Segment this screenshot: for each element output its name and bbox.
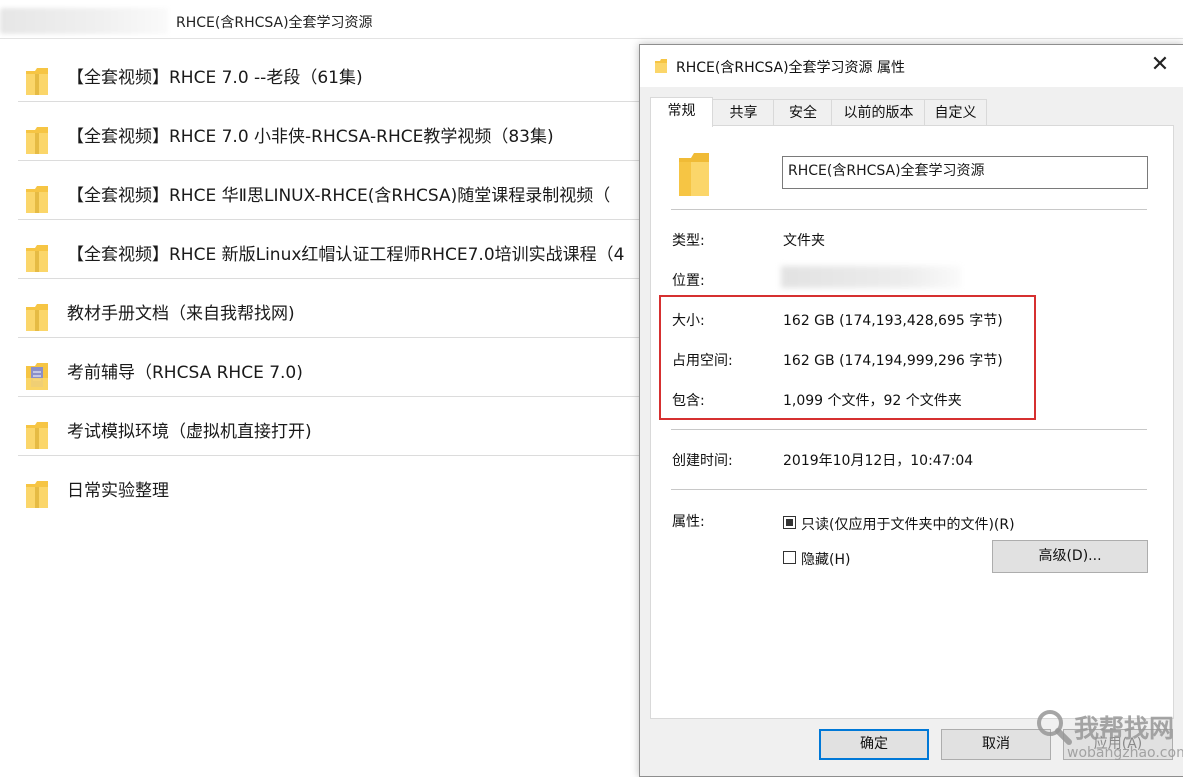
created-label: 创建时间: [672, 453, 733, 469]
folder-name: 考试模拟环境（虚拟机直接打开) [67, 422, 312, 442]
hidden-label[interactable]: 隐藏(H) [801, 549, 850, 569]
folder-icon [26, 481, 48, 508]
created-value: 2019年10月12日，10:47:04 [783, 453, 974, 469]
divider [671, 209, 1147, 210]
folder-name: 【全套视频】RHCE 7.0 小非侠-RHCSA-RHCE教学视频（83集) [67, 127, 554, 147]
folder-name: 【全套视频】RHCE 7.0 --老段（61集) [67, 68, 363, 88]
close-icon[interactable]: ✕ [1146, 52, 1174, 80]
folder-name: 考前辅导（RHCSA RHCE 7.0) [67, 363, 303, 383]
folder-row[interactable]: 考试模拟环境（虚拟机直接打开) [18, 397, 658, 456]
location-label: 位置: [672, 273, 705, 289]
address-bar[interactable]: RHCE(含RHCSA)全套学习资源 [0, 0, 1183, 39]
folder-row[interactable]: 日常实验整理 [18, 456, 658, 514]
folder-list: 【全套视频】RHCE 7.0 --老段（61集) 【全套视频】RHCE 7.0 … [18, 43, 658, 514]
divider [671, 429, 1147, 430]
folder-name: 日常实验整理 [67, 481, 169, 501]
hidden-checkbox[interactable] [783, 551, 796, 564]
folder-row[interactable]: 【全套视频】RHCE 7.0 --老段（61集) [18, 43, 658, 102]
tab-security[interactable]: 安全 [773, 99, 833, 126]
size-on-disk-value: 162 GB (174,194,999,296 字节) [783, 353, 1003, 369]
general-panel: RHCE(含RHCSA)全套学习资源 类型: 文件夹 位置: 大小: 162 G… [650, 125, 1174, 719]
folder-row[interactable]: 教材手册文档（来自我帮找网) [18, 279, 658, 338]
folder-icon [679, 153, 709, 196]
folder-row[interactable]: 考前辅导（RHCSA RHCE 7.0) [18, 338, 658, 397]
type-label: 类型: [672, 233, 705, 249]
folder-icon [26, 186, 48, 213]
folder-icon [26, 127, 48, 154]
folder-name: 【全套视频】RHCE 新版Linux红帽认证工程师RHCE7.0培训实战课程（4 [67, 245, 625, 265]
advanced-button[interactable]: 高级(D)... [992, 540, 1148, 573]
contains-label: 包含: [672, 393, 705, 409]
apply-button[interactable]: 应用(A) [1063, 729, 1173, 760]
divider [671, 489, 1147, 490]
cancel-button[interactable]: 取消 [941, 729, 1051, 760]
folder-icon [26, 68, 48, 95]
size-value: 162 GB (174,193,428,695 字节) [783, 313, 1003, 329]
size-on-disk-label: 占用空间: [672, 353, 733, 369]
tab-general[interactable]: 常规 [650, 97, 713, 127]
ok-button[interactable]: 确定 [819, 729, 929, 760]
properties-dialog: RHCE(含RHCSA)全套学习资源 属性 ✕ 常规 共享 安全 以前的版本 自… [639, 44, 1183, 777]
tab-previous-versions[interactable]: 以前的版本 [831, 99, 926, 126]
readonly-label[interactable]: 只读(仅应用于文件夹中的文件)(R) [801, 514, 1015, 534]
folder-icon [26, 245, 48, 272]
folder-icon [655, 59, 667, 73]
folder-document-icon [26, 363, 48, 390]
folder-name: 【全套视频】RHCE 华Ⅱ思LINUX-RHCE(含RHCSA)随堂课程录制视频… [67, 186, 611, 206]
dialog-title: RHCE(含RHCSA)全套学习资源 属性 [676, 60, 906, 76]
folder-row[interactable]: 【全套视频】RHCE 华Ⅱ思LINUX-RHCE(含RHCSA)随堂课程录制视频… [18, 161, 658, 220]
contains-value: 1,099 个文件，92 个文件夹 [783, 393, 962, 409]
size-label: 大小: [672, 313, 705, 329]
blurred-location-value [781, 266, 961, 288]
blurred-path-segment [0, 8, 168, 34]
address-path[interactable]: RHCE(含RHCSA)全套学习资源 [176, 12, 373, 32]
tab-customize[interactable]: 自定义 [924, 99, 987, 126]
tab-sharing[interactable]: 共享 [712, 99, 775, 126]
attributes-label: 属性: [672, 514, 705, 530]
type-value: 文件夹 [783, 233, 825, 249]
dialog-titlebar[interactable]: RHCE(含RHCSA)全套学习资源 属性 ✕ [640, 45, 1183, 87]
folder-name: 教材手册文档（来自我帮找网) [67, 304, 295, 324]
folder-row[interactable]: 【全套视频】RHCE 新版Linux红帽认证工程师RHCE7.0培训实战课程（4 [18, 220, 658, 279]
folder-icon [26, 304, 48, 331]
readonly-checkbox[interactable] [783, 516, 796, 529]
folder-name-input[interactable]: RHCE(含RHCSA)全套学习资源 [782, 156, 1148, 189]
folder-icon [26, 422, 48, 449]
folder-row[interactable]: 【全套视频】RHCE 7.0 小非侠-RHCSA-RHCE教学视频（83集) [18, 102, 658, 161]
